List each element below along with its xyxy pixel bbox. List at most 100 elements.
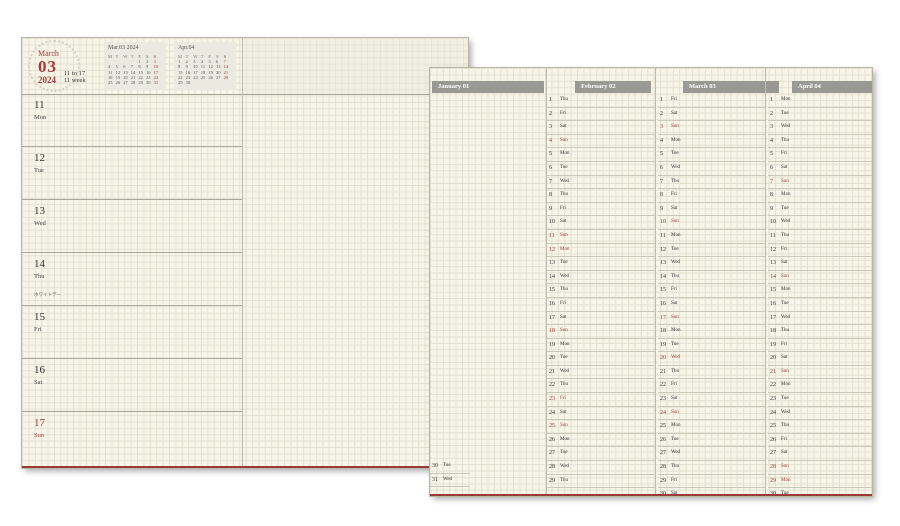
month-day-row[interactable]: 22 Mon bbox=[768, 379, 872, 394]
month-day-row[interactable]: 7 Thu bbox=[658, 176, 766, 190]
month-day-row[interactable]: 19 Mon bbox=[547, 339, 655, 353]
month-day-row[interactable]: 29 Thu bbox=[547, 475, 655, 489]
mini-calendar-day[interactable]: 29 bbox=[178, 80, 186, 85]
month-day-row[interactable]: 1 Fri bbox=[658, 94, 766, 108]
month-day-row[interactable]: 2 Sat bbox=[658, 108, 766, 122]
month-day-row[interactable]: 9 Sat bbox=[658, 203, 766, 217]
month-day-row[interactable]: 23 Fri bbox=[547, 393, 655, 407]
mini-calendar-day[interactable]: 26 bbox=[208, 75, 216, 80]
month-day-row[interactable]: 22 Fri bbox=[658, 379, 766, 394]
month-day-row[interactable]: 7 Wed bbox=[547, 176, 655, 190]
month-day-row[interactable]: 2 Fri bbox=[547, 108, 655, 122]
month-day-row[interactable]: 6 Sat bbox=[768, 162, 872, 176]
month-day-row[interactable]: 13 Wed bbox=[658, 257, 766, 271]
mini-calendar-day[interactable]: 30 bbox=[186, 80, 194, 85]
month-day-row[interactable]: 25 Mon bbox=[658, 420, 766, 434]
month-day-row[interactable]: 4 Thu bbox=[768, 135, 872, 149]
month-day-row[interactable]: 25 Sun bbox=[547, 420, 655, 434]
month-day-row[interactable]: 29 Fri bbox=[658, 475, 766, 489]
mini-calendar-day[interactable]: 28 bbox=[131, 80, 139, 85]
month-day-row[interactable]: 18 Sun bbox=[547, 325, 655, 339]
month-day-row[interactable]: 16 Fri bbox=[547, 298, 655, 312]
month-day-row[interactable]: 21 Thu bbox=[658, 366, 766, 380]
month-day-row[interactable]: 14 Thu bbox=[658, 271, 766, 285]
month-day-row[interactable]: 17 Wed bbox=[768, 312, 872, 326]
month-day-row[interactable]: 28 Thu bbox=[658, 461, 766, 475]
month-day-row[interactable]: 30 Tue bbox=[430, 460, 470, 474]
month-day-row[interactable]: 29 Mon bbox=[768, 475, 872, 489]
month-day-row[interactable]: 27 Sat bbox=[768, 447, 872, 462]
month-day-row[interactable]: 17 Sun bbox=[658, 312, 766, 326]
month-day-row[interactable]: 2 Tue bbox=[768, 108, 872, 122]
month-day-row[interactable]: 30 Tue bbox=[768, 488, 872, 494]
month-day-row[interactable]: 15 Fri bbox=[658, 284, 766, 298]
month-day-row[interactable]: 11 Mon bbox=[658, 230, 766, 244]
month-day-row[interactable]: 15 Thu bbox=[547, 284, 655, 298]
mini-calendar-day[interactable]: 26 bbox=[116, 80, 124, 85]
day-row-tue[interactable]: 12 Tue bbox=[22, 148, 242, 200]
month-day-row[interactable]: 23 Sat bbox=[658, 393, 766, 407]
month-day-row[interactable]: 5 Fri bbox=[768, 148, 872, 162]
month-day-row[interactable]: 20 Sat bbox=[768, 352, 872, 366]
month-day-row[interactable]: 3 Wed bbox=[768, 121, 872, 135]
month-day-row[interactable]: 27 Wed bbox=[658, 447, 766, 462]
day-row-fri[interactable]: 15 Fri bbox=[22, 307, 242, 359]
month-day-row[interactable]: 28 Wed bbox=[547, 461, 655, 475]
day-row-thu[interactable]: 14 Thu ホワイトデー bbox=[22, 254, 242, 306]
month-day-row[interactable]: 16 Sat bbox=[658, 298, 766, 312]
month-day-row[interactable]: 6 Wed bbox=[658, 162, 766, 176]
month-day-row[interactable]: 8 Fri bbox=[658, 189, 766, 203]
month-day-row[interactable]: 21 Wed bbox=[547, 366, 655, 380]
month-day-row[interactable]: 8 Thu bbox=[547, 189, 655, 203]
month-day-row[interactable]: 13 Tue bbox=[547, 257, 655, 271]
mini-calendar-day[interactable]: 30 bbox=[146, 80, 154, 85]
day-row-sat[interactable]: 16 Sat bbox=[22, 360, 242, 412]
month-day-row[interactable]: 22 Thu bbox=[547, 379, 655, 394]
month-day-row[interactable]: 24 Sat bbox=[547, 407, 655, 421]
month-day-row[interactable]: 19 Tue bbox=[658, 339, 766, 353]
month-day-row[interactable]: 18 Thu bbox=[768, 325, 872, 339]
month-day-row[interactable]: 31 Wed bbox=[430, 474, 470, 488]
month-day-row[interactable]: 9 Tue bbox=[768, 203, 872, 217]
month-day-row[interactable]: 1 Thu bbox=[547, 94, 655, 108]
month-day-row[interactable]: 19 Fri bbox=[768, 339, 872, 353]
day-row-mon[interactable]: 11 Mon bbox=[22, 95, 242, 147]
month-day-row[interactable]: 3 Sat bbox=[547, 121, 655, 135]
month-day-row[interactable]: 28 Sun bbox=[768, 461, 872, 475]
day-row-wed[interactable]: 13 Wed bbox=[22, 201, 242, 253]
month-day-row[interactable]: 23 Tue bbox=[768, 393, 872, 407]
month-day-row[interactable]: 20 Wed bbox=[658, 352, 766, 366]
month-day-row[interactable]: 8 Mon bbox=[768, 189, 872, 203]
month-day-row[interactable]: 6 Tue bbox=[547, 162, 655, 176]
month-day-row[interactable]: 16 Tue bbox=[768, 298, 872, 312]
month-day-row[interactable]: 4 Mon bbox=[658, 135, 766, 149]
month-day-row[interactable]: 10 Sun bbox=[658, 216, 766, 230]
month-day-row[interactable]: 5 Tue bbox=[658, 148, 766, 162]
mini-calendar-day[interactable]: 24 bbox=[193, 75, 201, 80]
month-day-row[interactable]: 3 Sun bbox=[658, 121, 766, 135]
mini-calendar-day[interactable]: 31 bbox=[154, 80, 162, 85]
month-day-row[interactable]: 11 Sun bbox=[547, 230, 655, 244]
month-day-row[interactable]: 26 Mon bbox=[547, 434, 655, 448]
month-day-row[interactable]: 24 Wed bbox=[768, 407, 872, 421]
mini-calendar-day[interactable]: 29 bbox=[138, 80, 146, 85]
month-day-row[interactable]: 12 Fri bbox=[768, 244, 872, 258]
month-day-row[interactable]: 4 Sun bbox=[547, 135, 655, 149]
month-day-row[interactable]: 12 Mon bbox=[547, 244, 655, 258]
month-day-row[interactable]: 21 Sun bbox=[768, 366, 872, 380]
month-day-row[interactable]: 7 Sun bbox=[768, 176, 872, 190]
mini-calendar-day[interactable]: 27 bbox=[123, 80, 131, 85]
month-day-row[interactable]: 27 Tue bbox=[547, 447, 655, 462]
month-day-row[interactable]: 26 Fri bbox=[768, 434, 872, 448]
month-day-row[interactable]: 12 Tue bbox=[658, 244, 766, 258]
month-day-row[interactable]: 30 Sat bbox=[658, 488, 766, 494]
month-day-row[interactable]: 15 Mon bbox=[768, 284, 872, 298]
month-day-row[interactable]: 14 Wed bbox=[547, 271, 655, 285]
month-day-row[interactable]: 17 Sat bbox=[547, 312, 655, 326]
month-day-row[interactable]: 25 Thu bbox=[768, 420, 872, 434]
month-day-row[interactable]: 13 Sat bbox=[768, 257, 872, 271]
month-day-row[interactable]: 20 Tue bbox=[547, 352, 655, 366]
mini-calendar-day[interactable]: 25 bbox=[108, 80, 116, 85]
mini-calendar-day[interactable]: 27 bbox=[216, 75, 224, 80]
month-day-row[interactable]: 26 Tue bbox=[658, 434, 766, 448]
